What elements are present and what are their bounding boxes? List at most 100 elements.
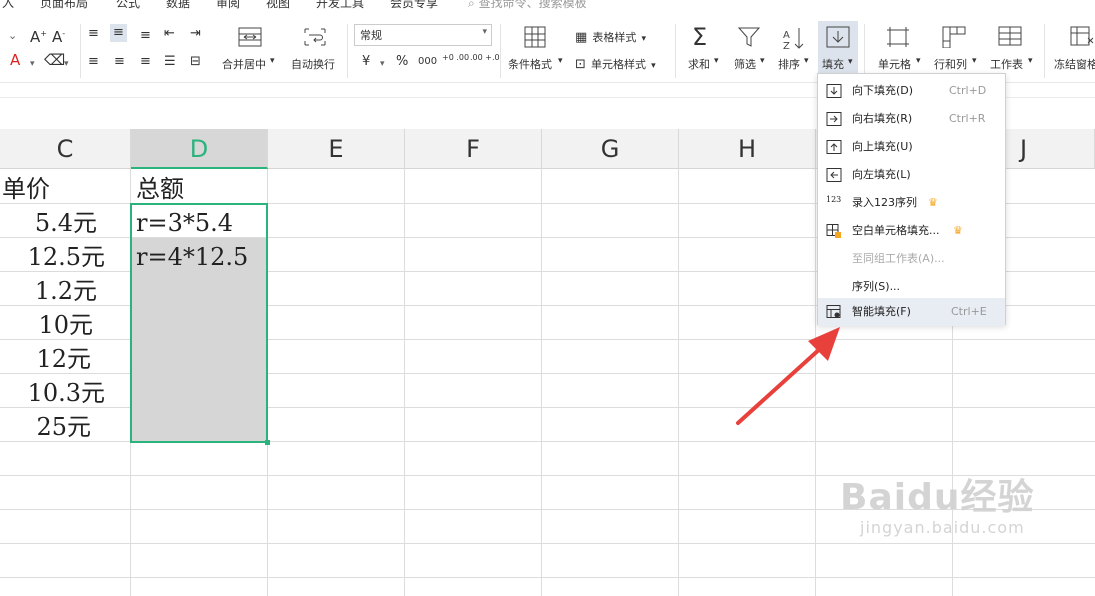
wrap-text-icon	[304, 28, 326, 46]
watermark-url: jingyan.baidu.com	[860, 518, 1025, 537]
currency-icon[interactable]: ¥	[362, 54, 370, 70]
indent-icon[interactable]: ⇥	[190, 26, 201, 42]
fill-left-icon	[826, 168, 842, 182]
percent-icon[interactable]: %	[396, 54, 408, 70]
separator	[347, 24, 348, 78]
menu-formula[interactable]: 公式	[116, 0, 140, 10]
menu-item-blank-cell-fill[interactable]: 空白单元格填充... ♛	[818, 217, 1005, 245]
filter-dropdown-icon[interactable]: ▾	[760, 56, 765, 66]
filter-label: 筛选	[734, 58, 756, 71]
command-search[interactable]: ⌕ 查找命令、搜索模板	[468, 0, 587, 10]
cell-d-formula[interactable]: r=3*5.4	[136, 206, 233, 240]
font-color-icon[interactable]: A	[10, 52, 20, 68]
cell-c-value[interactable]: 12元	[36, 342, 91, 376]
justify-icon[interactable]: ☰	[164, 54, 176, 70]
align-left-icon[interactable]: ≡	[88, 54, 99, 70]
align-bottom-icon[interactable]: ≡	[140, 28, 151, 44]
column-header-c[interactable]: C	[0, 129, 131, 169]
menu-item-label: 智能填充(F)	[852, 305, 911, 318]
menu-member[interactable]: 会员专享	[390, 0, 438, 10]
chevron-down-icon: ▾	[482, 27, 487, 37]
increase-font-icon[interactable]: A+	[30, 26, 47, 45]
cell-c-value[interactable]: 1.2元	[35, 274, 97, 308]
fill-handle[interactable]	[265, 440, 270, 445]
column-header-f[interactable]: F	[405, 129, 542, 169]
merge-center-label: 合并居中	[222, 58, 266, 71]
separator	[80, 24, 81, 78]
cell-style-label: 单元格样式	[591, 58, 646, 71]
menu-item-sequence-123[interactable]: 123 录入123序列 ♛	[818, 189, 1005, 217]
cell-c-header[interactable]: 单价	[2, 172, 50, 206]
sort-dropdown-icon[interactable]: ▾	[804, 56, 809, 66]
currency-dropdown-icon[interactable]: ▾	[380, 56, 385, 72]
thousands-separator-icon[interactable]: 000	[418, 54, 437, 70]
menu-item-to-group-sheets[interactable]: 至同组工作表(A)...	[818, 245, 1005, 273]
merge-center-icon	[238, 27, 262, 47]
cell-d-header[interactable]: 总额	[136, 172, 184, 206]
wrap-text-label: 自动换行	[291, 58, 335, 71]
worksheet-label: 工作表	[990, 58, 1023, 71]
number-format-select[interactable]: 常规 ▾	[354, 24, 492, 46]
menu-data[interactable]: 数据	[166, 0, 190, 10]
font-size-dropdown-icon[interactable]: ⌄	[8, 28, 17, 44]
menu-item-fill-right[interactable]: 向右填充(R) Ctrl+R	[818, 105, 1005, 133]
menu-insert[interactable]: 入	[2, 0, 14, 10]
menu-item-series[interactable]: 序列(S)...	[818, 273, 1005, 301]
table-style-button[interactable]: ▦ 表格样式 ▾	[575, 26, 646, 45]
align-middle-icon[interactable]: ≡	[110, 24, 127, 42]
table-style-icon: ▦	[575, 30, 588, 45]
column-header-d[interactable]: D	[131, 129, 268, 169]
svg-text:Z: Z	[783, 41, 790, 50]
sum-dropdown-icon[interactable]: ▾	[714, 56, 719, 66]
column-header-e[interactable]: E	[268, 129, 405, 169]
separator	[500, 24, 501, 78]
cell-style-button[interactable]: ⊡ 单元格样式 ▾	[575, 53, 656, 72]
menu-item-shortcut: Ctrl+R	[949, 112, 986, 125]
cell-d-formula[interactable]: r=4*12.5	[136, 240, 248, 274]
row-col-dropdown-icon[interactable]: ▾	[972, 56, 977, 66]
column-header-h[interactable]: H	[679, 129, 816, 169]
conditional-format-icon	[524, 26, 546, 48]
row-col-icon	[942, 26, 966, 48]
cell-label: 单元格	[878, 58, 911, 71]
align-top-icon[interactable]: ≡	[88, 26, 99, 42]
freeze-panes-label: 冻结窗格	[1054, 58, 1095, 71]
menu-page-layout[interactable]: 页面布局	[40, 0, 88, 10]
cell-c-value[interactable]: 10元	[38, 308, 93, 342]
align-right-icon[interactable]: ≡	[140, 54, 151, 70]
menu-view[interactable]: 视图	[266, 0, 290, 10]
clear-format-icon[interactable]: ⌫	[44, 52, 65, 68]
grid-line	[678, 169, 679, 596]
worksheet-dropdown-icon[interactable]: ▾	[1028, 56, 1033, 66]
menu-item-fill-down[interactable]: 向下填充(D) Ctrl+D	[818, 77, 1005, 105]
menu-item-fill-left[interactable]: 向左填充(L)	[818, 161, 1005, 189]
clear-dropdown-icon[interactable]: ▾	[64, 56, 69, 72]
cell-c-value[interactable]: 12.5元	[28, 240, 105, 274]
menu-item-shortcut: Ctrl+D	[949, 84, 987, 97]
watermark-brand-cn: 经验	[960, 477, 1035, 518]
watermark-brand: Baidu	[840, 477, 961, 518]
cell-dropdown-icon[interactable]: ▾	[916, 56, 921, 66]
menu-review[interactable]: 审阅	[216, 0, 240, 10]
column-header-g[interactable]: G	[542, 129, 679, 169]
grid-line	[404, 169, 405, 596]
distributed-align-icon[interactable]: ⊟	[190, 54, 201, 70]
font-color-dropdown-icon[interactable]: ▾	[30, 56, 35, 72]
decrease-font-icon[interactable]: A-	[52, 26, 65, 45]
sigma-icon: Σ	[692, 23, 708, 51]
cell-c-value[interactable]: 10.3元	[28, 376, 105, 410]
merge-dropdown-icon[interactable]: ▾	[270, 56, 275, 66]
search-placeholder: 查找命令、搜索模板	[478, 0, 587, 10]
align-center-icon[interactable]: ≡	[114, 54, 125, 70]
cell-c-value[interactable]: 5.4元	[35, 206, 97, 240]
menu-developer[interactable]: 开发工具	[316, 0, 364, 10]
cond-format-dropdown-icon[interactable]: ▾	[558, 56, 563, 66]
cell-c-value[interactable]: 25元	[36, 410, 91, 444]
fill-dropdown-icon: ▾	[848, 57, 853, 67]
outdent-icon[interactable]: ⇤	[164, 26, 175, 42]
decrease-decimal-icon[interactable]: .00 +.0	[470, 54, 500, 62]
menu-item-label: 向左填充(L)	[852, 168, 911, 181]
increase-decimal-icon[interactable]: +0 .00	[442, 54, 469, 62]
menu-item-fill-up[interactable]: 向上填充(U)	[818, 133, 1005, 161]
fill-up-icon	[826, 140, 842, 154]
